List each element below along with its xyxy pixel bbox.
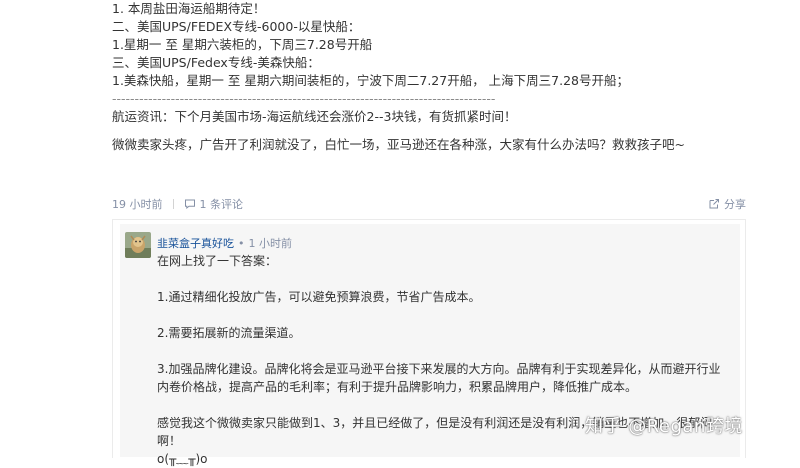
post-line: 1. 本周盐田海运船期待定！	[112, 1, 266, 16]
comment-button[interactable]: 1 条评论	[184, 196, 244, 212]
reply-time: 1 小时前	[248, 237, 293, 250]
share-label: 分享	[724, 198, 746, 211]
comment-count-label: 1 条评论	[199, 198, 244, 211]
post-line: 三、美国UPS/Fedex专线-美森快船：	[112, 55, 320, 70]
post-meta-bar: 19 小时前 1 条评论 分享	[112, 195, 746, 213]
reply-paragraph: 3.加强品牌化建设。品牌化将会是亚马逊平台接下来发展的大方向。品牌有利于实现差异…	[157, 362, 721, 394]
post-content: 1. 本周盐田海运船期待定！ 二、美国UPS/FEDEX专线-6000-以星快船…	[112, 0, 762, 154]
post-line: 二、美国UPS/FEDEX专线-6000-以星快船：	[112, 19, 361, 34]
reply-author-link[interactable]: 韭菜盒子真好吃	[157, 237, 234, 250]
news-line: 航运资讯：下个月美国市场-海运航线还会涨价2--3块钱，有货抓紧时间！	[112, 109, 517, 124]
separator-line: ----------------------------------------…	[112, 91, 496, 106]
question-line: 微微卖家头疼，广告开了利润就没了，白忙一场，亚马逊还在各种涨，大家有什么办法吗？…	[112, 137, 685, 152]
post-line: 1.美森快船，星期一 至 星期六期间装柜的，宁波下周二7.27开船， 上海下周三…	[112, 73, 630, 88]
meta-divider	[172, 199, 174, 209]
reply-header: 韭菜盒子真好吃 • 1 小时前	[157, 235, 292, 251]
reply-emoticon: o(╥﹏╥)o	[157, 452, 208, 466]
avatar[interactable]	[125, 232, 151, 258]
share-button[interactable]: 分享	[708, 196, 746, 212]
post-line: 1.星期一 至 星期六装柜的，下周三7.28号开船	[112, 37, 373, 52]
share-icon	[709, 199, 719, 209]
post-time: 19 小时前	[112, 198, 163, 211]
avatar-image	[125, 232, 151, 258]
reply-paragraph: 2.需要拓展新的流量渠道。	[157, 326, 301, 340]
reply-dot: •	[238, 237, 245, 250]
reply-paragraph: 1.通过精细化投放广告，可以避免预算浪费，节省广告成本。	[157, 290, 481, 304]
watermark: 知乎 @Regan跨境	[585, 416, 743, 437]
comment-icon	[184, 199, 195, 210]
reply-paragraph: 在网上找了一下答案：	[157, 254, 278, 268]
